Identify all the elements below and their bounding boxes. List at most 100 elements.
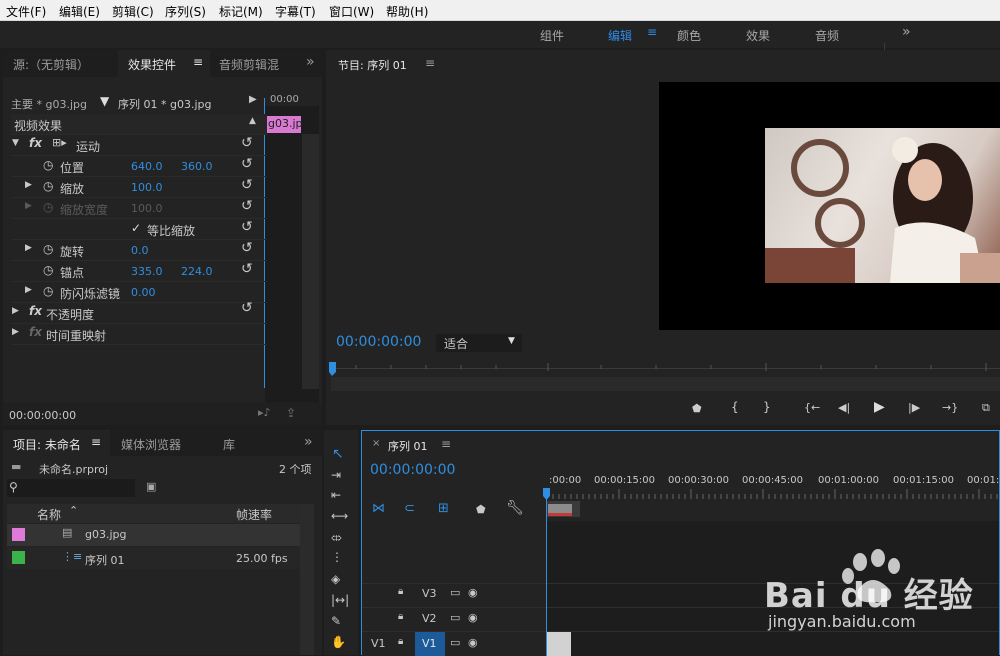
step-back-icon[interactable]: ◀| bbox=[838, 401, 856, 419]
menu-sequence[interactable]: 序列(S) bbox=[165, 3, 206, 20]
audio-only-icon[interactable]: ▸♪ bbox=[258, 406, 271, 419]
list-item[interactable] bbox=[7, 524, 301, 546]
play-arrow-icon[interactable]: ▶ bbox=[249, 94, 257, 105]
ripple-edit-icon[interactable]: ⇤ bbox=[331, 488, 341, 502]
stopwatch-icon[interactable]: ◷ bbox=[43, 242, 53, 256]
reset-icon[interactable]: ↺ bbox=[241, 219, 253, 235]
add-marker-icon[interactable]: ⬟ bbox=[692, 402, 710, 420]
tab-effect-controls[interactable]: 效果控件 bbox=[128, 56, 176, 73]
pen-tool-icon[interactable]: ✎ bbox=[331, 614, 341, 628]
hand-tool-icon[interactable]: ✋ bbox=[331, 635, 346, 649]
linked-selection-icon[interactable]: ⊂ bbox=[404, 501, 415, 516]
stopwatch-icon[interactable]: ◷ bbox=[43, 158, 53, 172]
stopwatch-icon[interactable]: ◷ bbox=[43, 263, 53, 277]
rolling-edit-icon[interactable]: ⟷ bbox=[331, 509, 348, 523]
search-input[interactable] bbox=[7, 479, 135, 497]
reset-icon[interactable]: ↺ bbox=[241, 261, 253, 277]
program-zoom-bar[interactable] bbox=[331, 377, 1000, 391]
film-icon[interactable]: ▭ bbox=[450, 636, 460, 649]
lock-icon[interactable]: 🔒︎ bbox=[398, 586, 403, 597]
expand-right-icon[interactable]: ▶ bbox=[12, 306, 19, 316]
timeline-clip-g03[interactable] bbox=[547, 632, 571, 656]
timeline-timecode[interactable]: 00:00:00:00 bbox=[370, 462, 455, 478]
reset-icon[interactable]: ↺ bbox=[241, 177, 253, 193]
sequence-clip-label[interactable]: 序列 01 * g03.jpg bbox=[118, 96, 211, 112]
source-v1-label[interactable]: V1 bbox=[371, 637, 386, 650]
anchor-y-value[interactable]: 224.0 bbox=[181, 265, 213, 278]
timeline-title[interactable]: 序列 01 bbox=[388, 438, 428, 454]
lock-icon[interactable]: 🔒︎ bbox=[398, 611, 403, 622]
expand-right-icon[interactable]: ▶ bbox=[25, 243, 32, 253]
eye-icon[interactable]: ◉ bbox=[468, 586, 478, 599]
menu-file[interactable]: 文件(F) bbox=[6, 3, 46, 20]
reset-icon[interactable]: ↺ bbox=[241, 240, 253, 256]
workspace-menu-icon[interactable]: ≡ bbox=[647, 25, 657, 39]
label-color-swatch[interactable] bbox=[12, 528, 25, 541]
search-icon[interactable]: ⚲ bbox=[9, 480, 18, 494]
expand-right-icon[interactable]: ▶ bbox=[25, 285, 32, 295]
project-scrollbar[interactable] bbox=[300, 504, 314, 655]
film-icon[interactable]: ▭ bbox=[450, 586, 460, 599]
close-icon[interactable]: × bbox=[372, 438, 380, 449]
track-select-icon[interactable]: ⇥ bbox=[331, 468, 341, 482]
anchor-x-value[interactable]: 335.0 bbox=[131, 265, 163, 278]
position-x-value[interactable]: 640.0 bbox=[131, 160, 163, 173]
razor-icon[interactable]: ⋮ bbox=[331, 550, 343, 564]
export-icon[interactable]: ⇪ bbox=[286, 406, 296, 420]
program-menu-icon[interactable]: ≡ bbox=[425, 56, 435, 70]
master-clip-label[interactable]: 主要 * g03.jpg bbox=[11, 96, 87, 112]
workspace-more-icon[interactable]: » bbox=[902, 24, 911, 40]
panel-more-icon[interactable]: » bbox=[304, 434, 313, 450]
tab-source[interactable]: 源:（无剪辑） bbox=[13, 56, 89, 73]
stopwatch-icon[interactable]: ◷ bbox=[43, 179, 53, 193]
menu-marker[interactable]: 标记(M) bbox=[219, 3, 263, 20]
playhead-handle[interactable] bbox=[543, 488, 551, 500]
expand-down-icon[interactable]: ▼ bbox=[12, 138, 19, 148]
rotation-value[interactable]: 0.0 bbox=[131, 244, 149, 257]
position-y-value[interactable]: 360.0 bbox=[181, 160, 213, 173]
tab-menu-icon[interactable]: ≡ bbox=[441, 437, 451, 451]
menu-title[interactable]: 字幕(T) bbox=[275, 3, 316, 20]
tab-audio-mixer[interactable]: 音频剪辑混 bbox=[219, 56, 279, 73]
expand-right-icon[interactable]: ▶ bbox=[12, 327, 19, 337]
reset-icon[interactable]: ↺ bbox=[241, 156, 253, 172]
reset-icon[interactable]: ↺ bbox=[241, 198, 253, 214]
uniform-scale-checkbox[interactable]: ✓ bbox=[131, 221, 141, 235]
lock-icon[interactable]: 🔒︎ bbox=[398, 636, 403, 647]
eye-icon[interactable]: ◉ bbox=[468, 611, 478, 624]
mark-in-icon[interactable]: { bbox=[731, 400, 749, 418]
slide-icon[interactable]: |↔| bbox=[331, 593, 349, 607]
anti-flicker-value[interactable]: 0.00 bbox=[131, 286, 156, 299]
rate-stretch-icon[interactable]: ⤄ bbox=[331, 530, 342, 545]
menu-clip[interactable]: 剪辑(C) bbox=[112, 3, 154, 20]
menu-edit[interactable]: 编辑(E) bbox=[59, 3, 100, 20]
go-to-out-icon[interactable]: →} bbox=[942, 401, 960, 419]
program-title[interactable]: 节目: 序列 01 bbox=[338, 57, 407, 73]
track-v1-label[interactable]: V1 bbox=[422, 637, 437, 650]
fx-icon[interactable]: fx bbox=[29, 136, 42, 150]
col-fps-header[interactable]: 帧速率 bbox=[236, 506, 272, 523]
track-v3-label[interactable]: V3 bbox=[422, 587, 437, 600]
menu-help[interactable]: 帮助(H) bbox=[386, 3, 428, 20]
reset-icon[interactable]: ↺ bbox=[241, 135, 253, 151]
play-icon[interactable]: ▶ bbox=[874, 399, 892, 417]
panel-more-icon[interactable]: » bbox=[306, 54, 315, 70]
track-v2-label[interactable]: V2 bbox=[422, 612, 437, 625]
workspace-audio[interactable]: 音频 bbox=[815, 27, 839, 44]
timeline-ruler[interactable] bbox=[547, 489, 999, 501]
tab-project[interactable]: 项目: 未命名 bbox=[13, 436, 81, 453]
dropdown-arrow-icon[interactable]: ▼ bbox=[508, 336, 515, 346]
selection-tool-icon[interactable]: ↖ bbox=[332, 446, 344, 462]
wrench-icon[interactable]: 🔧︎ bbox=[506, 500, 524, 516]
ec-footer-timecode[interactable]: 00:00:00:00 bbox=[9, 409, 76, 422]
dropdown-arrow-icon[interactable]: ▼ bbox=[100, 94, 109, 108]
workspace-editing[interactable]: 编辑 bbox=[608, 27, 632, 44]
workspace-effects[interactable]: 效果 bbox=[746, 27, 770, 44]
slip-icon[interactable]: ◈ bbox=[331, 572, 340, 586]
new-bin-icon[interactable]: ▣ bbox=[146, 480, 156, 493]
go-to-in-icon[interactable]: {← bbox=[804, 401, 822, 419]
label-color-swatch[interactable] bbox=[12, 551, 25, 564]
workspace-color[interactable]: 颜色 bbox=[677, 27, 701, 44]
tab-media-browser[interactable]: 媒体浏览器 bbox=[121, 436, 181, 453]
stopwatch-icon[interactable]: ◷ bbox=[43, 284, 53, 298]
